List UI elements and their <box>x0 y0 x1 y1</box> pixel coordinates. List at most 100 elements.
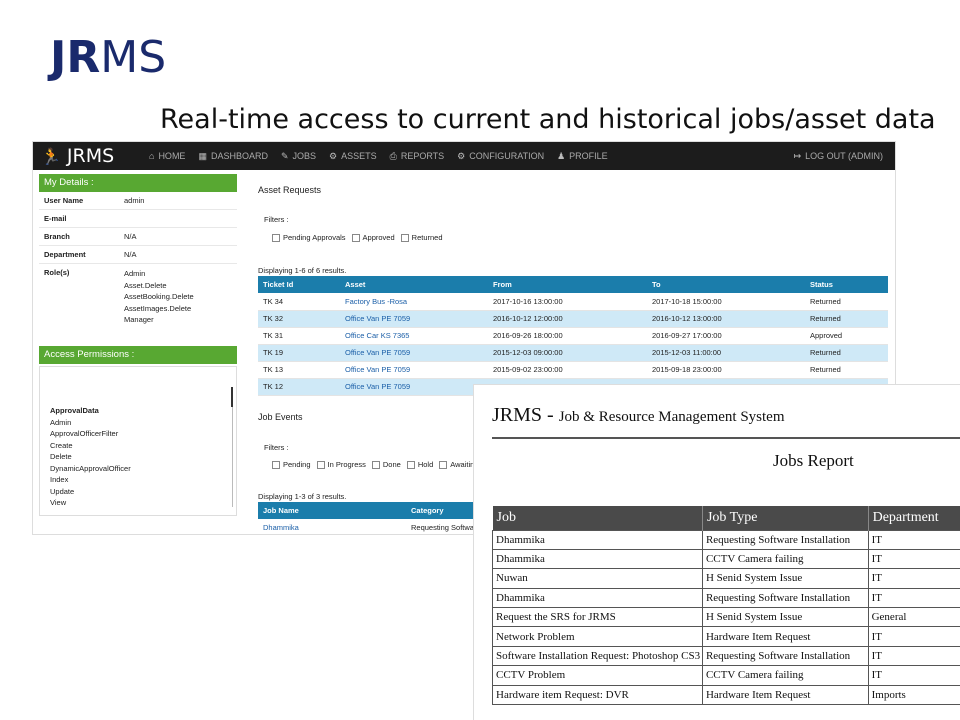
column-header[interactable]: Status <box>805 276 888 293</box>
dashboard-icon: ▦ <box>198 150 207 161</box>
table-row: CCTV Problem CCTV Camera failing IT <box>492 665 960 686</box>
table-cell[interactable]: Office Van PE 7059 <box>340 378 488 396</box>
filter-in-progress[interactable]: In Progress <box>316 460 366 469</box>
nav-profile[interactable]: ♟ PROFILE <box>557 151 608 162</box>
table-cell[interactable]: Office Van PE 7059 <box>340 310 488 328</box>
column-header[interactable]: Job <box>492 506 703 530</box>
table-row: Dhammika CCTV Camera failing IT <box>492 548 960 570</box>
logo-bold-text: JR <box>50 32 101 83</box>
filter-checkbox[interactable] <box>439 460 448 469</box>
table-cell: Nuwan <box>492 568 703 589</box>
table-cell: IT <box>867 548 960 570</box>
job-filters-label: Filters : <box>264 443 289 452</box>
filter-pending[interactable]: Pending <box>272 460 311 469</box>
permission-item: Delete <box>50 452 72 461</box>
filter-checkbox[interactable] <box>316 460 325 469</box>
table-cell: 2015-09-18 23:00:00 <box>647 361 805 379</box>
filter-label: In Progress <box>327 460 366 469</box>
filter-checkbox[interactable] <box>406 460 415 469</box>
filter-returned[interactable]: Returned <box>400 233 443 242</box>
roles-list: Admin Asset.Delete AssetBooking.Delete Asse… <box>124 268 194 326</box>
table-cell: Hardware Item Request <box>701 684 869 706</box>
table-cell: Dhammika <box>492 529 703 550</box>
access-permissions-header: Access Permissions : <box>39 346 237 364</box>
column-header[interactable]: Ticket Id <box>258 276 340 293</box>
table-row[interactable]: TK 13 Office Van PE 7059 2015-09-02 23:00:… <box>258 361 888 379</box>
nav-label: DASHBOARD <box>210 151 268 161</box>
report-title-main: JRMS - <box>492 404 559 426</box>
brand-logo[interactable]: 🏃 JRMS <box>41 145 136 167</box>
table-row[interactable]: TK 34 Factory Bus -Rosa 2017-10-16 13:00:0… <box>258 293 888 311</box>
filter-checkbox[interactable] <box>272 233 280 242</box>
permissions-list-box[interactable]: ApprovalData Admin ApprovalOfficerFilter C… <box>39 366 237 516</box>
table-row[interactable]: TK 32 Office Van PE 7059 2016-10-12 12:00:… <box>258 310 888 328</box>
scrollbar-thumb[interactable] <box>231 387 233 407</box>
report-title: JRMS - Job & Resource Management System <box>492 404 785 427</box>
slide-logo: JRMS <box>50 36 166 80</box>
jobs-report-table: Job Job Type Department Dhammika Requesting… <box>492 506 960 706</box>
table-cell[interactable]: Office Van PE 7059 <box>340 361 488 379</box>
table-cell: 2015-09-02 23:00:00 <box>488 361 647 379</box>
table-cell: TK 34 <box>258 293 340 311</box>
logout-link[interactable]: ↦ LOG OUT (admin) <box>794 151 883 162</box>
report-title-sub: Job & Resource Management System <box>558 409 785 425</box>
asset-results-summary: Displaying 1-6 of 6 results. <box>258 266 347 275</box>
table-row[interactable]: TK 19 Office Van PE 7059 2015-12-03 09:00:… <box>258 344 888 362</box>
my-details-panel: My Details : User Name admin E-mail Bran… <box>39 174 237 330</box>
filter-label: Done <box>382 460 401 469</box>
filter-checkbox[interactable] <box>400 233 409 242</box>
table-cell: Hardware item Request: DVR <box>492 684 703 706</box>
table-cell: TK 12 <box>258 378 340 396</box>
filter-pending-approvals[interactable]: Pending Approvals <box>272 233 346 242</box>
nav-jobs[interactable]: ✎ JOBS <box>281 151 316 162</box>
nav-label: HOME <box>158 151 186 161</box>
filter-checkbox[interactable] <box>371 460 380 469</box>
detail-value: N/A <box>124 250 137 259</box>
table-cell: TK 32 <box>258 310 340 328</box>
filter-approved[interactable]: Approved <box>351 233 395 242</box>
scrollbar-track[interactable] <box>232 407 233 507</box>
table-cell: 2016-10-12 12:00:00 <box>488 310 647 328</box>
column-header[interactable]: Job Name <box>258 502 406 519</box>
access-permissions-panel: Access Permissions : ApprovalData Admin A… <box>39 346 237 516</box>
my-details-header: My Details : <box>39 174 237 192</box>
home-icon: ⌂ <box>149 151 155 161</box>
filter-checkbox[interactable] <box>351 233 360 242</box>
detail-row-username: User Name admin <box>39 192 237 210</box>
column-header[interactable]: Asset <box>340 276 488 293</box>
table-row: Dhammika Requesting Software Installation… <box>492 529 960 550</box>
column-header[interactable]: From <box>488 276 647 293</box>
filter-checkbox[interactable] <box>272 460 280 469</box>
column-header[interactable]: To <box>647 276 805 293</box>
table-cell[interactable]: Office Car KS 7365 <box>340 327 488 345</box>
nav-assets[interactable]: ⚙ ASSETS <box>329 151 377 162</box>
table-cell: 2016-09-27 17:00:00 <box>647 327 805 345</box>
table-cell[interactable]: Office Van PE 7059 <box>340 344 488 362</box>
detail-label: Department <box>44 250 86 259</box>
cogs-icon: ⚙ <box>457 150 466 161</box>
table-row: Software Installation Request: Photoshop… <box>492 645 960 667</box>
table-cell[interactable]: Dhammika <box>258 519 406 534</box>
logo-rest-text: MS <box>100 32 167 83</box>
table-cell: Requesting Software Installation <box>701 587 869 609</box>
nav-dashboard[interactable]: ▦ DASHBOARD <box>198 151 268 162</box>
nav-reports[interactable]: ⎙ REPORTS <box>390 151 445 162</box>
permission-item: Admin <box>50 417 72 427</box>
filter-hold[interactable]: Hold <box>406 460 434 469</box>
table-cell: Network Problem <box>492 626 703 647</box>
nav-home[interactable]: ⌂ HOME <box>149 151 185 162</box>
nav-configuration[interactable]: ⚙ CONFIGURATION <box>457 151 544 162</box>
nav-label: PROFILE <box>569 151 608 161</box>
detail-value: N/A <box>124 232 137 241</box>
detail-label: E-mail <box>44 214 67 223</box>
table-cell: Dhammika <box>492 587 703 609</box>
table-cell: 2016-09-26 18:00:00 <box>488 327 647 345</box>
table-cell[interactable]: Factory Bus -Rosa <box>340 293 488 311</box>
table-cell: CCTV Problem <box>492 665 703 686</box>
asset-filters-label: Filters : <box>264 215 289 224</box>
column-header[interactable]: Department <box>868 506 960 530</box>
table-row[interactable]: TK 31 Office Car KS 7365 2016-09-26 18:00:… <box>258 327 888 345</box>
column-header[interactable]: Job Type <box>702 506 869 530</box>
filter-done[interactable]: Done <box>371 460 401 469</box>
filter-label: Hold <box>417 460 434 469</box>
